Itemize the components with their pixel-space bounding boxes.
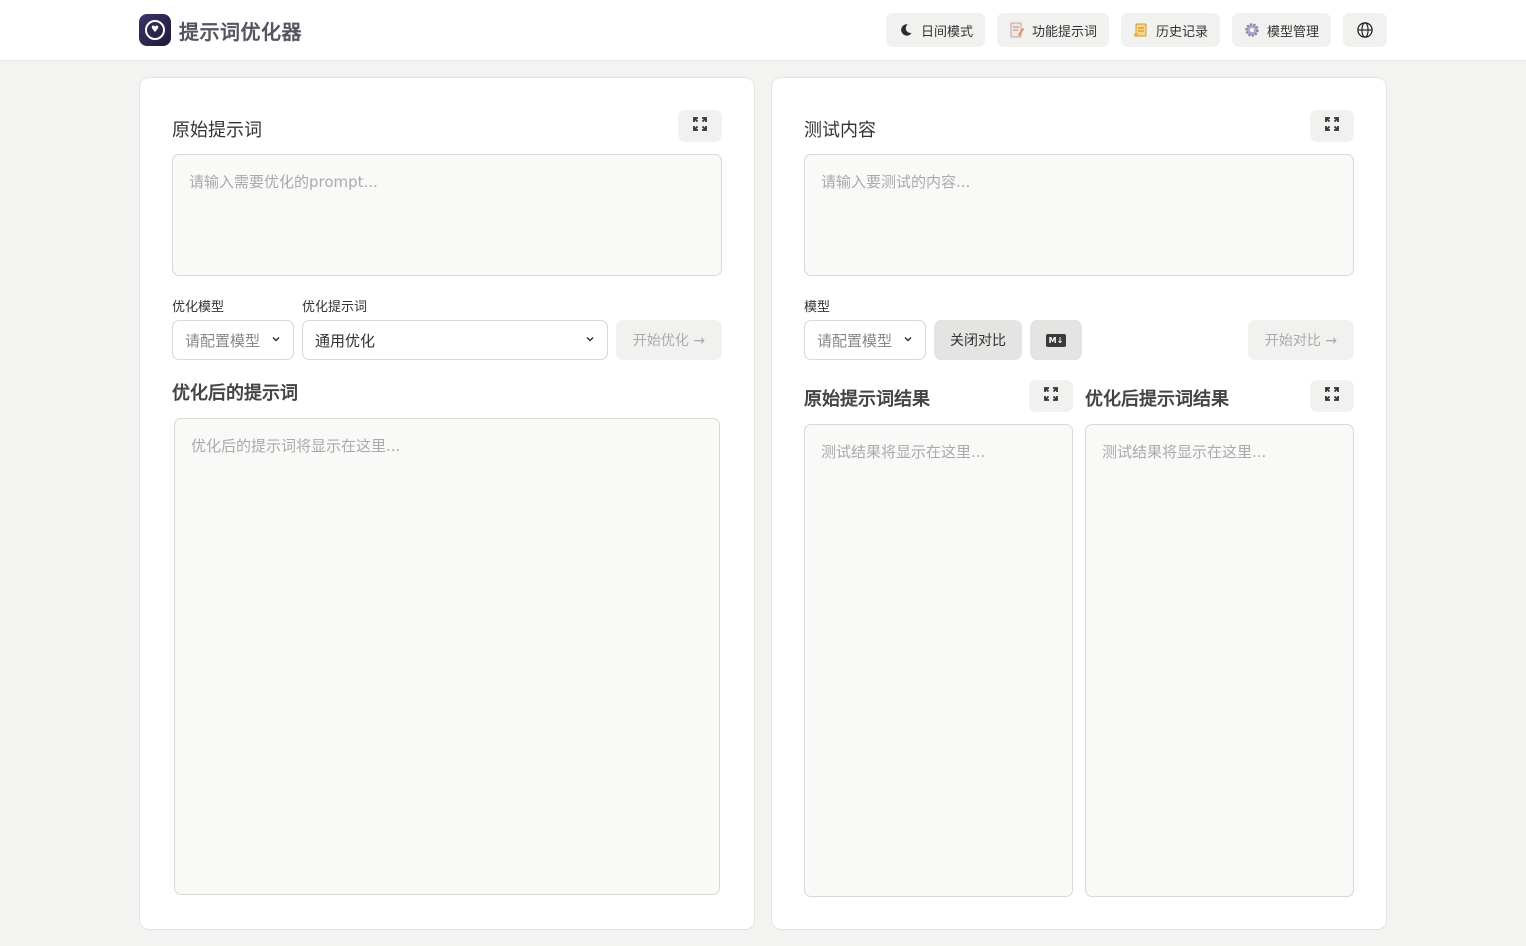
chevron-down-icon <box>271 334 281 347</box>
markdown-icon: M↓ <box>1046 333 1066 347</box>
gear-icon <box>1244 22 1260 38</box>
scroll-icon <box>1133 22 1149 38</box>
header-nav: 日间模式 功能提示词 历史记录 模型管理 <box>885 13 1387 47</box>
history-label: 历史记录 <box>1155 24 1208 40</box>
start-optimize-button[interactable]: 开始优化 → <box>616 320 722 360</box>
optimize-model-value: 请配置模型 <box>185 331 261 350</box>
top-bar: ♥ 提示词优化器 日间模式 功能提示词 历史记录 模型管理 <box>0 0 1526 61</box>
expand-icon <box>692 116 708 136</box>
function-prompts-button[interactable]: 功能提示词 <box>996 13 1109 47</box>
original-prompt-input[interactable]: 请输入需要优化的prompt... <box>172 154 722 276</box>
optimize-panel: 原始提示词 请输入需要优化的prompt... 优化模型 优化提示词 请配置模型… <box>139 77 755 930</box>
expand-icon <box>1043 386 1059 406</box>
model-management-label: 模型管理 <box>1266 24 1319 40</box>
optimize-model-select[interactable]: 请配置模型 <box>172 320 294 360</box>
expand-original-result-button[interactable] <box>1029 380 1073 412</box>
expand-icon <box>1324 386 1340 406</box>
test-content-title: 测试内容 <box>804 120 876 141</box>
test-model-label: 模型 <box>804 300 831 315</box>
close-compare-button[interactable]: 关闭对比 <box>934 320 1022 360</box>
expand-original-prompt-button[interactable] <box>678 110 722 142</box>
original-prompt-title: 原始提示词 <box>172 120 262 141</box>
optimize-template-label: 优化提示词 <box>302 300 368 315</box>
optimized-result-output[interactable]: 测试结果将显示在这里... <box>1085 424 1354 897</box>
document-icon <box>1009 22 1025 38</box>
optimize-model-label: 优化模型 <box>172 300 225 315</box>
optimize-template-value: 通用优化 <box>315 331 376 350</box>
optimize-template-select[interactable]: 通用优化 <box>302 320 608 360</box>
test-content-input[interactable]: 请输入要测试的内容... <box>804 154 1354 276</box>
moon-icon <box>898 22 914 38</box>
optimized-prompt-title: 优化后的提示词 <box>172 383 298 404</box>
function-prompts-label: 功能提示词 <box>1031 24 1097 40</box>
expand-optimized-result-button[interactable] <box>1310 380 1354 412</box>
theme-toggle-label: 日间模式 <box>920 24 973 40</box>
test-model-select[interactable]: 请配置模型 <box>804 320 926 360</box>
test-panel: 测试内容 请输入要测试的内容... 模型 请配置模型 关闭对比 M↓ 开始对比 … <box>771 77 1387 930</box>
expand-icon <box>1324 116 1340 136</box>
optimized-prompt-output[interactable]: 优化后的提示词将显示在这里... <box>174 418 720 895</box>
original-result-output[interactable]: 测试结果将显示在这里... <box>804 424 1073 897</box>
chevron-down-icon <box>903 334 913 347</box>
language-button[interactable] <box>1343 13 1387 47</box>
test-model-value: 请配置模型 <box>817 331 893 350</box>
model-management-button[interactable]: 模型管理 <box>1231 13 1331 47</box>
globe-icon <box>1357 22 1373 38</box>
app-title: 提示词优化器 <box>179 19 302 44</box>
theme-toggle-button[interactable]: 日间模式 <box>885 13 985 47</box>
start-compare-button[interactable]: 开始对比 → <box>1248 320 1354 360</box>
history-button[interactable]: 历史记录 <box>1120 13 1220 47</box>
app-logo-icon: ♥ <box>139 14 171 46</box>
brand: ♥ 提示词优化器 <box>139 14 302 46</box>
expand-test-content-button[interactable] <box>1310 110 1354 142</box>
optimized-result-title: 优化后提示词结果 <box>1085 389 1229 410</box>
chevron-down-icon <box>585 334 595 347</box>
markdown-toggle-button[interactable]: M↓ <box>1030 320 1082 360</box>
original-result-title: 原始提示词结果 <box>804 389 930 410</box>
